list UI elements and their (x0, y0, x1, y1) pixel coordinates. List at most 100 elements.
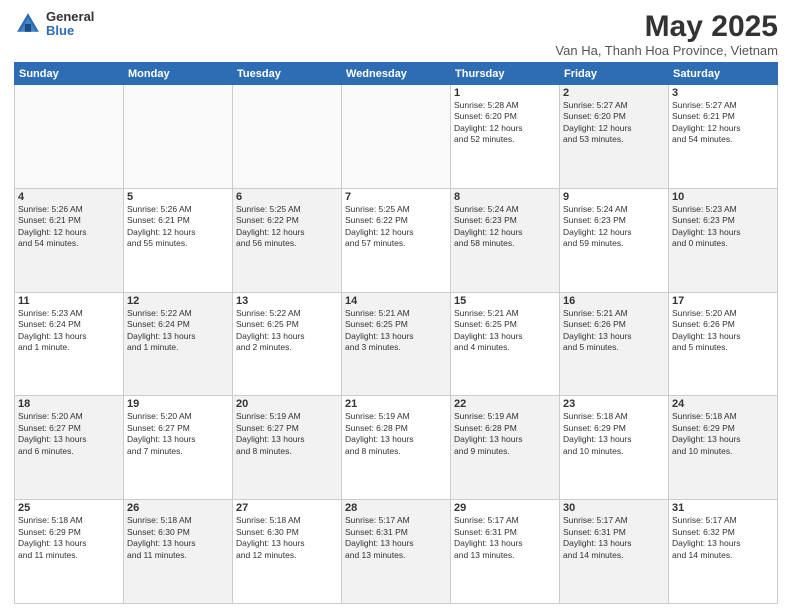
table-row: 31Sunrise: 5:17 AM Sunset: 6:32 PM Dayli… (669, 500, 778, 604)
calendar-week-row: 11Sunrise: 5:23 AM Sunset: 6:24 PM Dayli… (15, 292, 778, 396)
table-row: 30Sunrise: 5:17 AM Sunset: 6:31 PM Dayli… (560, 500, 669, 604)
table-row (233, 85, 342, 189)
table-row: 14Sunrise: 5:21 AM Sunset: 6:25 PM Dayli… (342, 292, 451, 396)
day-info: Sunrise: 5:27 AM Sunset: 6:20 PM Dayligh… (563, 100, 665, 146)
table-row: 6Sunrise: 5:25 AM Sunset: 6:22 PM Daylig… (233, 188, 342, 292)
day-number: 12 (127, 295, 229, 307)
day-info: Sunrise: 5:21 AM Sunset: 6:25 PM Dayligh… (454, 308, 556, 354)
header: General Blue May 2025 Van Ha, Thanh Hoa … (14, 10, 778, 58)
day-number: 13 (236, 295, 338, 307)
table-row: 9Sunrise: 5:24 AM Sunset: 6:23 PM Daylig… (560, 188, 669, 292)
table-row: 7Sunrise: 5:25 AM Sunset: 6:22 PM Daylig… (342, 188, 451, 292)
day-info: Sunrise: 5:20 AM Sunset: 6:27 PM Dayligh… (127, 411, 229, 457)
table-row: 24Sunrise: 5:18 AM Sunset: 6:29 PM Dayli… (669, 396, 778, 500)
table-row: 1Sunrise: 5:28 AM Sunset: 6:20 PM Daylig… (451, 85, 560, 189)
day-info: Sunrise: 5:21 AM Sunset: 6:26 PM Dayligh… (563, 308, 665, 354)
col-monday: Monday (124, 63, 233, 85)
day-number: 17 (672, 295, 774, 307)
day-number: 21 (345, 398, 447, 410)
day-info: Sunrise: 5:25 AM Sunset: 6:22 PM Dayligh… (345, 204, 447, 250)
table-row (342, 85, 451, 189)
table-row: 27Sunrise: 5:18 AM Sunset: 6:30 PM Dayli… (233, 500, 342, 604)
day-info: Sunrise: 5:27 AM Sunset: 6:21 PM Dayligh… (672, 100, 774, 146)
day-info: Sunrise: 5:28 AM Sunset: 6:20 PM Dayligh… (454, 100, 556, 146)
day-info: Sunrise: 5:26 AM Sunset: 6:21 PM Dayligh… (18, 204, 120, 250)
day-info: Sunrise: 5:18 AM Sunset: 6:30 PM Dayligh… (127, 515, 229, 561)
table-row: 15Sunrise: 5:21 AM Sunset: 6:25 PM Dayli… (451, 292, 560, 396)
calendar-body: 1Sunrise: 5:28 AM Sunset: 6:20 PM Daylig… (15, 85, 778, 604)
logo-general-text: General (46, 10, 94, 24)
day-info: Sunrise: 5:18 AM Sunset: 6:30 PM Dayligh… (236, 515, 338, 561)
table-row: 25Sunrise: 5:18 AM Sunset: 6:29 PM Dayli… (15, 500, 124, 604)
logo-blue-text: Blue (46, 24, 94, 38)
day-number: 7 (345, 191, 447, 203)
page: General Blue May 2025 Van Ha, Thanh Hoa … (0, 0, 792, 612)
table-row: 10Sunrise: 5:23 AM Sunset: 6:23 PM Dayli… (669, 188, 778, 292)
subtitle: Van Ha, Thanh Hoa Province, Vietnam (555, 43, 778, 58)
calendar-week-row: 4Sunrise: 5:26 AM Sunset: 6:21 PM Daylig… (15, 188, 778, 292)
title-block: May 2025 Van Ha, Thanh Hoa Province, Vie… (555, 10, 778, 58)
day-number: 24 (672, 398, 774, 410)
col-thursday: Thursday (451, 63, 560, 85)
table-row: 2Sunrise: 5:27 AM Sunset: 6:20 PM Daylig… (560, 85, 669, 189)
table-row: 4Sunrise: 5:26 AM Sunset: 6:21 PM Daylig… (15, 188, 124, 292)
table-row: 20Sunrise: 5:19 AM Sunset: 6:27 PM Dayli… (233, 396, 342, 500)
day-info: Sunrise: 5:24 AM Sunset: 6:23 PM Dayligh… (563, 204, 665, 250)
day-number: 18 (18, 398, 120, 410)
day-number: 26 (127, 502, 229, 514)
day-number: 3 (672, 87, 774, 99)
calendar-header-row: Sunday Monday Tuesday Wednesday Thursday… (15, 63, 778, 85)
day-number: 14 (345, 295, 447, 307)
day-info: Sunrise: 5:17 AM Sunset: 6:32 PM Dayligh… (672, 515, 774, 561)
day-info: Sunrise: 5:20 AM Sunset: 6:26 PM Dayligh… (672, 308, 774, 354)
day-number: 31 (672, 502, 774, 514)
table-row: 21Sunrise: 5:19 AM Sunset: 6:28 PM Dayli… (342, 396, 451, 500)
day-number: 29 (454, 502, 556, 514)
day-number: 23 (563, 398, 665, 410)
day-number: 22 (454, 398, 556, 410)
day-info: Sunrise: 5:19 AM Sunset: 6:27 PM Dayligh… (236, 411, 338, 457)
table-row: 29Sunrise: 5:17 AM Sunset: 6:31 PM Dayli… (451, 500, 560, 604)
day-number: 9 (563, 191, 665, 203)
day-info: Sunrise: 5:17 AM Sunset: 6:31 PM Dayligh… (563, 515, 665, 561)
day-number: 30 (563, 502, 665, 514)
day-info: Sunrise: 5:19 AM Sunset: 6:28 PM Dayligh… (454, 411, 556, 457)
day-number: 27 (236, 502, 338, 514)
day-info: Sunrise: 5:23 AM Sunset: 6:23 PM Dayligh… (672, 204, 774, 250)
table-row: 18Sunrise: 5:20 AM Sunset: 6:27 PM Dayli… (15, 396, 124, 500)
month-title: May 2025 (555, 10, 778, 43)
day-number: 28 (345, 502, 447, 514)
day-info: Sunrise: 5:18 AM Sunset: 6:29 PM Dayligh… (563, 411, 665, 457)
day-info: Sunrise: 5:22 AM Sunset: 6:25 PM Dayligh… (236, 308, 338, 354)
table-row: 12Sunrise: 5:22 AM Sunset: 6:24 PM Dayli… (124, 292, 233, 396)
day-number: 19 (127, 398, 229, 410)
day-info: Sunrise: 5:25 AM Sunset: 6:22 PM Dayligh… (236, 204, 338, 250)
day-info: Sunrise: 5:18 AM Sunset: 6:29 PM Dayligh… (18, 515, 120, 561)
col-sunday: Sunday (15, 63, 124, 85)
day-number: 4 (18, 191, 120, 203)
table-row: 13Sunrise: 5:22 AM Sunset: 6:25 PM Dayli… (233, 292, 342, 396)
day-info: Sunrise: 5:22 AM Sunset: 6:24 PM Dayligh… (127, 308, 229, 354)
day-info: Sunrise: 5:26 AM Sunset: 6:21 PM Dayligh… (127, 204, 229, 250)
table-row: 3Sunrise: 5:27 AM Sunset: 6:21 PM Daylig… (669, 85, 778, 189)
table-row: 5Sunrise: 5:26 AM Sunset: 6:21 PM Daylig… (124, 188, 233, 292)
table-row: 17Sunrise: 5:20 AM Sunset: 6:26 PM Dayli… (669, 292, 778, 396)
table-row: 22Sunrise: 5:19 AM Sunset: 6:28 PM Dayli… (451, 396, 560, 500)
day-number: 25 (18, 502, 120, 514)
day-number: 1 (454, 87, 556, 99)
table-row: 16Sunrise: 5:21 AM Sunset: 6:26 PM Dayli… (560, 292, 669, 396)
calendar-week-row: 1Sunrise: 5:28 AM Sunset: 6:20 PM Daylig… (15, 85, 778, 189)
table-row: 8Sunrise: 5:24 AM Sunset: 6:23 PM Daylig… (451, 188, 560, 292)
day-number: 5 (127, 191, 229, 203)
col-saturday: Saturday (669, 63, 778, 85)
day-number: 8 (454, 191, 556, 203)
day-info: Sunrise: 5:18 AM Sunset: 6:29 PM Dayligh… (672, 411, 774, 457)
table-row: 11Sunrise: 5:23 AM Sunset: 6:24 PM Dayli… (15, 292, 124, 396)
logo: General Blue (14, 10, 94, 39)
col-friday: Friday (560, 63, 669, 85)
day-number: 10 (672, 191, 774, 203)
day-info: Sunrise: 5:23 AM Sunset: 6:24 PM Dayligh… (18, 308, 120, 354)
day-info: Sunrise: 5:19 AM Sunset: 6:28 PM Dayligh… (345, 411, 447, 457)
day-info: Sunrise: 5:20 AM Sunset: 6:27 PM Dayligh… (18, 411, 120, 457)
col-wednesday: Wednesday (342, 63, 451, 85)
